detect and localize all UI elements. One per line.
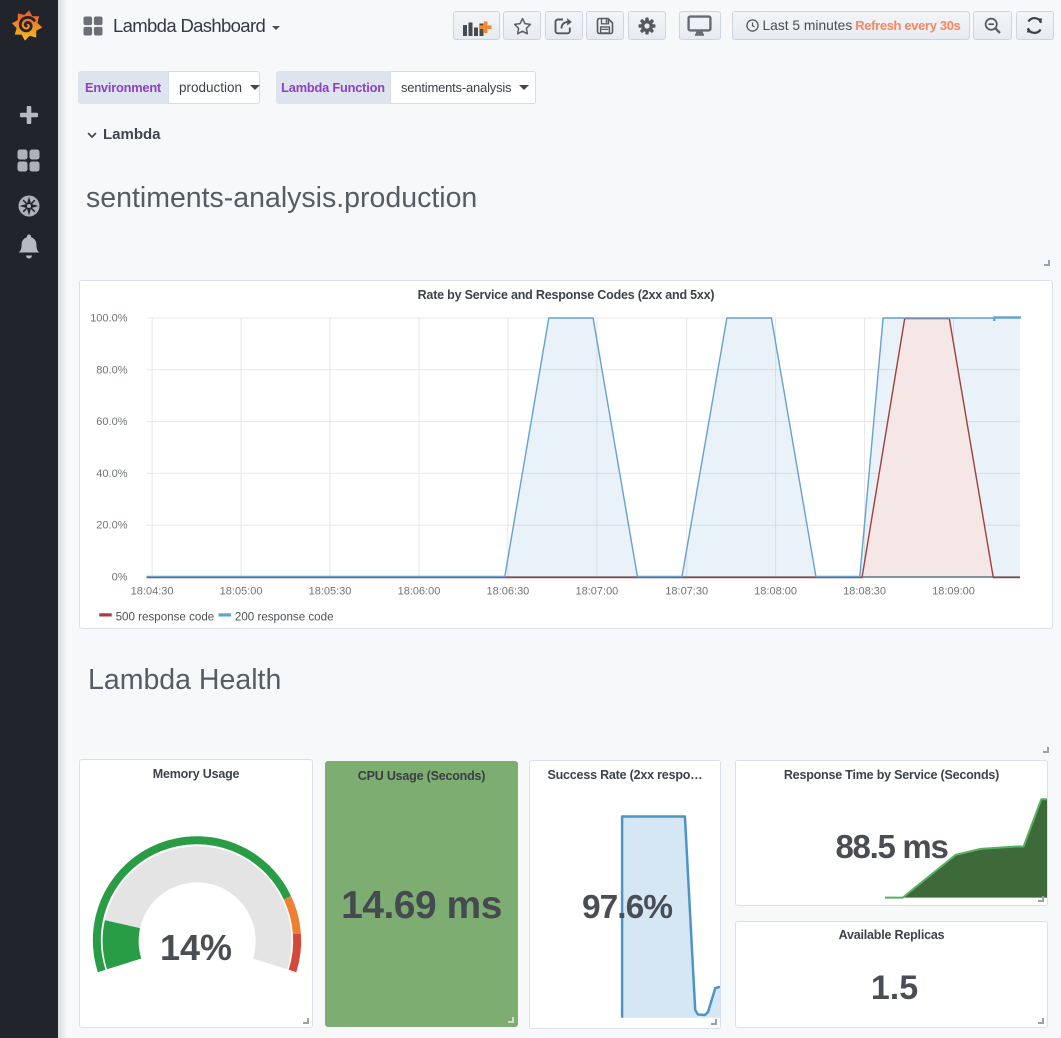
svg-text:18:06:30: 18:06:30 [486,586,529,598]
svg-text:200 response code: 200 response code [235,611,334,624]
svg-text:60.0%: 60.0% [96,416,127,428]
svg-text:0%: 0% [112,572,128,584]
svg-text:80.0%: 80.0% [96,364,127,376]
svg-text:18:09:00: 18:09:00 [932,586,975,598]
svg-text:100.0%: 100.0% [90,313,128,325]
svg-text:18:07:30: 18:07:30 [665,586,708,598]
svg-text:18:06:00: 18:06:00 [398,586,441,598]
svg-text:18:04:30: 18:04:30 [131,586,174,598]
svg-text:20.0%: 20.0% [96,520,127,532]
svg-text:40.0%: 40.0% [96,468,127,480]
svg-text:18:07:00: 18:07:00 [575,586,618,598]
svg-text:18:05:00: 18:05:00 [220,586,263,598]
svg-text:18:05:30: 18:05:30 [309,586,352,598]
svg-text:500 response code: 500 response code [116,611,215,624]
svg-text:18:08:30: 18:08:30 [843,586,886,598]
svg-text:18:08:00: 18:08:00 [754,586,797,598]
